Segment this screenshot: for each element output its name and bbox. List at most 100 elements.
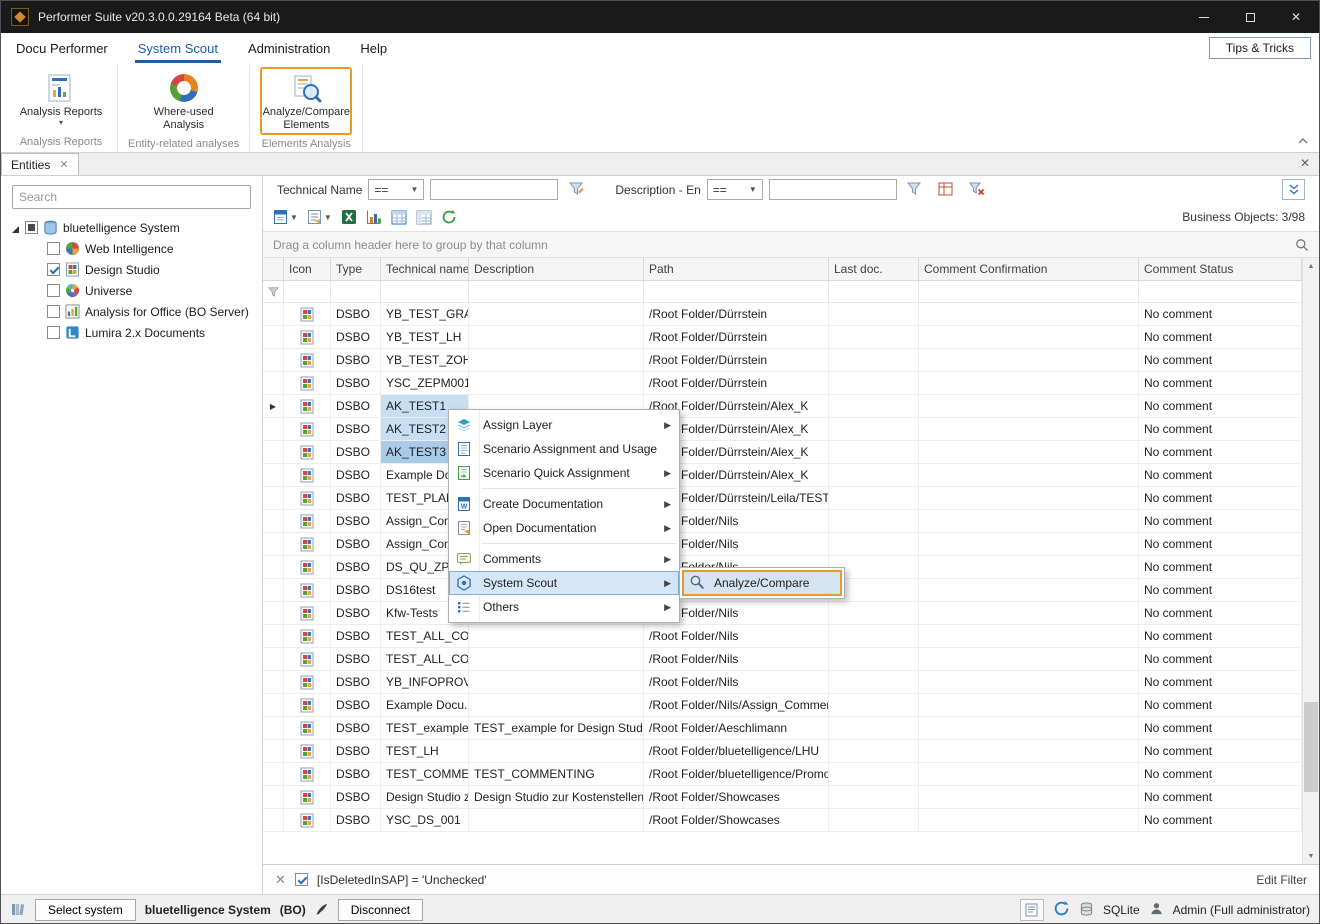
tab-docu-performer[interactable]: Docu Performer — [1, 33, 123, 63]
table-row[interactable]: DSBO Example Docu... /Root Folder/Nils/A… — [263, 694, 1302, 717]
table-row[interactable]: DSBO Assign_Comm... /Root Folder/Nils No… — [263, 510, 1302, 533]
checkbox-universe[interactable] — [47, 284, 60, 297]
table-row[interactable]: DSBO YB_TEST_LH /Root Folder/Dürrstein N… — [263, 326, 1302, 349]
table-row[interactable]: DSBO AK_TEST2 /Root Folder/Dürrstein/Ale… — [263, 418, 1302, 441]
filter-cell[interactable] — [284, 281, 331, 303]
tree-node-web-intelligence[interactable]: Web Intelligence — [1, 238, 262, 259]
apply-filters-button[interactable] — [903, 179, 928, 201]
library-icon[interactable] — [10, 901, 26, 920]
vertical-scrollbar[interactable]: ▲ ▼ — [1302, 258, 1319, 864]
tree-node-lumira[interactable]: Lumira 2.x Documents — [1, 322, 262, 343]
data-grid-view-button[interactable] — [391, 210, 407, 225]
header-technical-name[interactable]: Technical name — [381, 258, 469, 281]
tree-expander-icon[interactable] — [11, 223, 20, 232]
close-button[interactable]: ✕ — [1273, 1, 1319, 33]
table-row[interactable]: DSBO TEST_COMME... TEST_COMMENTING /Root… — [263, 763, 1302, 786]
cell-technical-name[interactable]: Design Studio z... — [381, 786, 469, 809]
table-row[interactable]: DSBO AK_TEST1 /Root Folder/Dürrstein/Ale… — [263, 395, 1302, 418]
search-icon[interactable] — [1295, 238, 1309, 252]
filter-cell[interactable] — [469, 281, 644, 303]
scrollbar-thumb[interactable] — [1304, 702, 1318, 792]
scroll-up-icon[interactable]: ▲ — [1303, 258, 1319, 274]
filter-cell[interactable] — [829, 281, 919, 303]
search-input[interactable] — [19, 190, 244, 204]
table-row[interactable]: DSBO TEST_LH /Root Folder/bluetelligence… — [263, 740, 1302, 763]
cell-technical-name[interactable]: YB_TEST_GRAPH — [381, 303, 469, 326]
create-documentation-toolbar-button[interactable]: ▼ — [273, 209, 298, 225]
disconnect-button[interactable]: Disconnect — [338, 899, 423, 921]
panel-close-icon[interactable]: ✕ — [1300, 156, 1310, 170]
table-row[interactable]: DSBO Design Studio z... Design Studio zu… — [263, 786, 1302, 809]
table-row[interactable]: DSBO AK_TEST3 /Root Folder/Dürrstein/Ale… — [263, 441, 1302, 464]
minimize-button[interactable] — [1181, 1, 1227, 33]
tab-system-scout[interactable]: System Scout — [123, 33, 233, 63]
menu-item-create-documentation[interactable]: W Create Documentation ▶ — [449, 492, 679, 516]
pivot-grid-view-button[interactable] — [416, 210, 432, 225]
chevron-down-icon[interactable]: ▼ — [324, 213, 332, 222]
where-used-analysis-button[interactable]: Where-used Analysis — [138, 67, 230, 135]
select-system-button[interactable]: Select system — [35, 899, 136, 921]
header-comment-confirmation[interactable]: Comment Confirmation — [919, 258, 1139, 281]
cell-technical-name[interactable]: Example Docu... — [381, 694, 469, 717]
menu-item-assign-layer[interactable]: Assign Layer ▶ — [449, 413, 679, 437]
cell-technical-name[interactable]: TEST_example — [381, 717, 469, 740]
cell-technical-name[interactable]: TEST_COMME... — [381, 763, 469, 786]
cell-technical-name[interactable]: TEST_ALL_CO... — [381, 648, 469, 671]
edit-system-icon[interactable] — [315, 902, 329, 919]
scroll-down-icon[interactable]: ▼ — [1303, 848, 1319, 864]
checkbox-design-studio[interactable] — [47, 263, 60, 276]
table-row[interactable]: DSBO Assign_Comm... /Root Folder/Nils No… — [263, 533, 1302, 556]
checkbox-lumira[interactable] — [47, 326, 60, 339]
menu-item-comments[interactable]: Comments ▶ — [449, 547, 679, 571]
table-row[interactable]: DSBO TEST_ALL_CO... /Root Folder/Nils No… — [263, 625, 1302, 648]
filter-enabled-checkbox[interactable] — [295, 873, 308, 886]
filter-editor-button[interactable] — [934, 179, 959, 201]
apply-technical-name-filter-button[interactable] — [564, 179, 589, 201]
table-row[interactable]: DSBO YB_TEST_ZOHO /Root Folder/Dürrstein… — [263, 349, 1302, 372]
table-row[interactable]: DSBO YB_TEST_GRAPH /Root Folder/Dürrstei… — [263, 303, 1302, 326]
header-path[interactable]: Path — [644, 258, 829, 281]
chevron-down-icon[interactable]: ▼ — [290, 213, 298, 222]
table-row[interactable]: DSBO TEST_ALL_CO... /Root Folder/Nils No… — [263, 648, 1302, 671]
header-description[interactable]: Description — [469, 258, 644, 281]
table-row[interactable]: DSBO Kfw-Tests /Root Folder/Nils No comm… — [263, 602, 1302, 625]
tips-tricks-button[interactable]: Tips & Tricks — [1209, 37, 1311, 59]
cell-technical-name[interactable]: YB_INFOPROV... — [381, 671, 469, 694]
tree-node-design-studio[interactable]: Design Studio — [1, 259, 262, 280]
cell-technical-name[interactable]: YB_TEST_ZOHO — [381, 349, 469, 372]
cell-technical-name[interactable]: YSC_DS_001 — [381, 809, 469, 832]
menu-item-system-scout[interactable]: System Scout ▶ — [449, 571, 679, 595]
table-row[interactable]: DSBO TEST_example TEST_example for Desig… — [263, 717, 1302, 740]
tab-close-icon[interactable]: ✕ — [59, 158, 68, 171]
refresh-button[interactable] — [441, 209, 457, 225]
cell-technical-name[interactable]: TEST_ALL_CO... — [381, 625, 469, 648]
checkbox-web-intelligence[interactable] — [47, 242, 60, 255]
table-row[interactable]: DSBO YB_INFOPROV... /Root Folder/Nils No… — [263, 671, 1302, 694]
table-row[interactable]: DSBO Example Doc... /Root Folder/Dürrste… — [263, 464, 1302, 487]
filter-cell[interactable] — [919, 281, 1139, 303]
header-comment-status[interactable]: Comment Status — [1139, 258, 1302, 281]
analyze-compare-elements-button[interactable]: Analyze/Compare Elements — [260, 67, 352, 135]
tree-node-universe[interactable]: Universe — [1, 280, 262, 301]
export-excel-button[interactable] — [341, 209, 357, 225]
analysis-reports-button[interactable]: Analysis Reports ▾ — [15, 67, 107, 130]
menu-item-open-documentation[interactable]: Open Documentation ▶ — [449, 516, 679, 540]
tab-help[interactable]: Help — [345, 33, 402, 63]
table-row[interactable]: DSBO TEST_PLANN... /Root Folder/Dürrstei… — [263, 487, 1302, 510]
sync-icon[interactable] — [1053, 900, 1070, 920]
filter-cell[interactable] — [331, 281, 381, 303]
technical-name-operator-select[interactable]: ==▼ — [368, 179, 424, 200]
checkbox-analysis-for-office[interactable] — [47, 305, 60, 318]
close-filter-icon[interactable]: ✕ — [275, 872, 286, 888]
open-documentation-toolbar-button[interactable]: ▼ — [307, 209, 332, 225]
chart-button[interactable] — [366, 209, 382, 225]
cell-technical-name[interactable]: TEST_LH — [381, 740, 469, 763]
edit-filter-link[interactable]: Edit Filter — [1256, 873, 1307, 887]
description-operator-select[interactable]: ==▼ — [707, 179, 763, 200]
menu-item-scenario-assignment[interactable]: Scenario Assignment and Usage — [449, 437, 679, 461]
group-by-bar[interactable]: Drag a column header here to group by th… — [263, 231, 1319, 258]
expand-filter-panel-button[interactable] — [1282, 179, 1305, 200]
tab-administration[interactable]: Administration — [233, 33, 345, 63]
table-row[interactable]: DSBO YSC_DS_001 /Root Folder/Showcases N… — [263, 809, 1302, 832]
filter-cell[interactable] — [381, 281, 469, 303]
